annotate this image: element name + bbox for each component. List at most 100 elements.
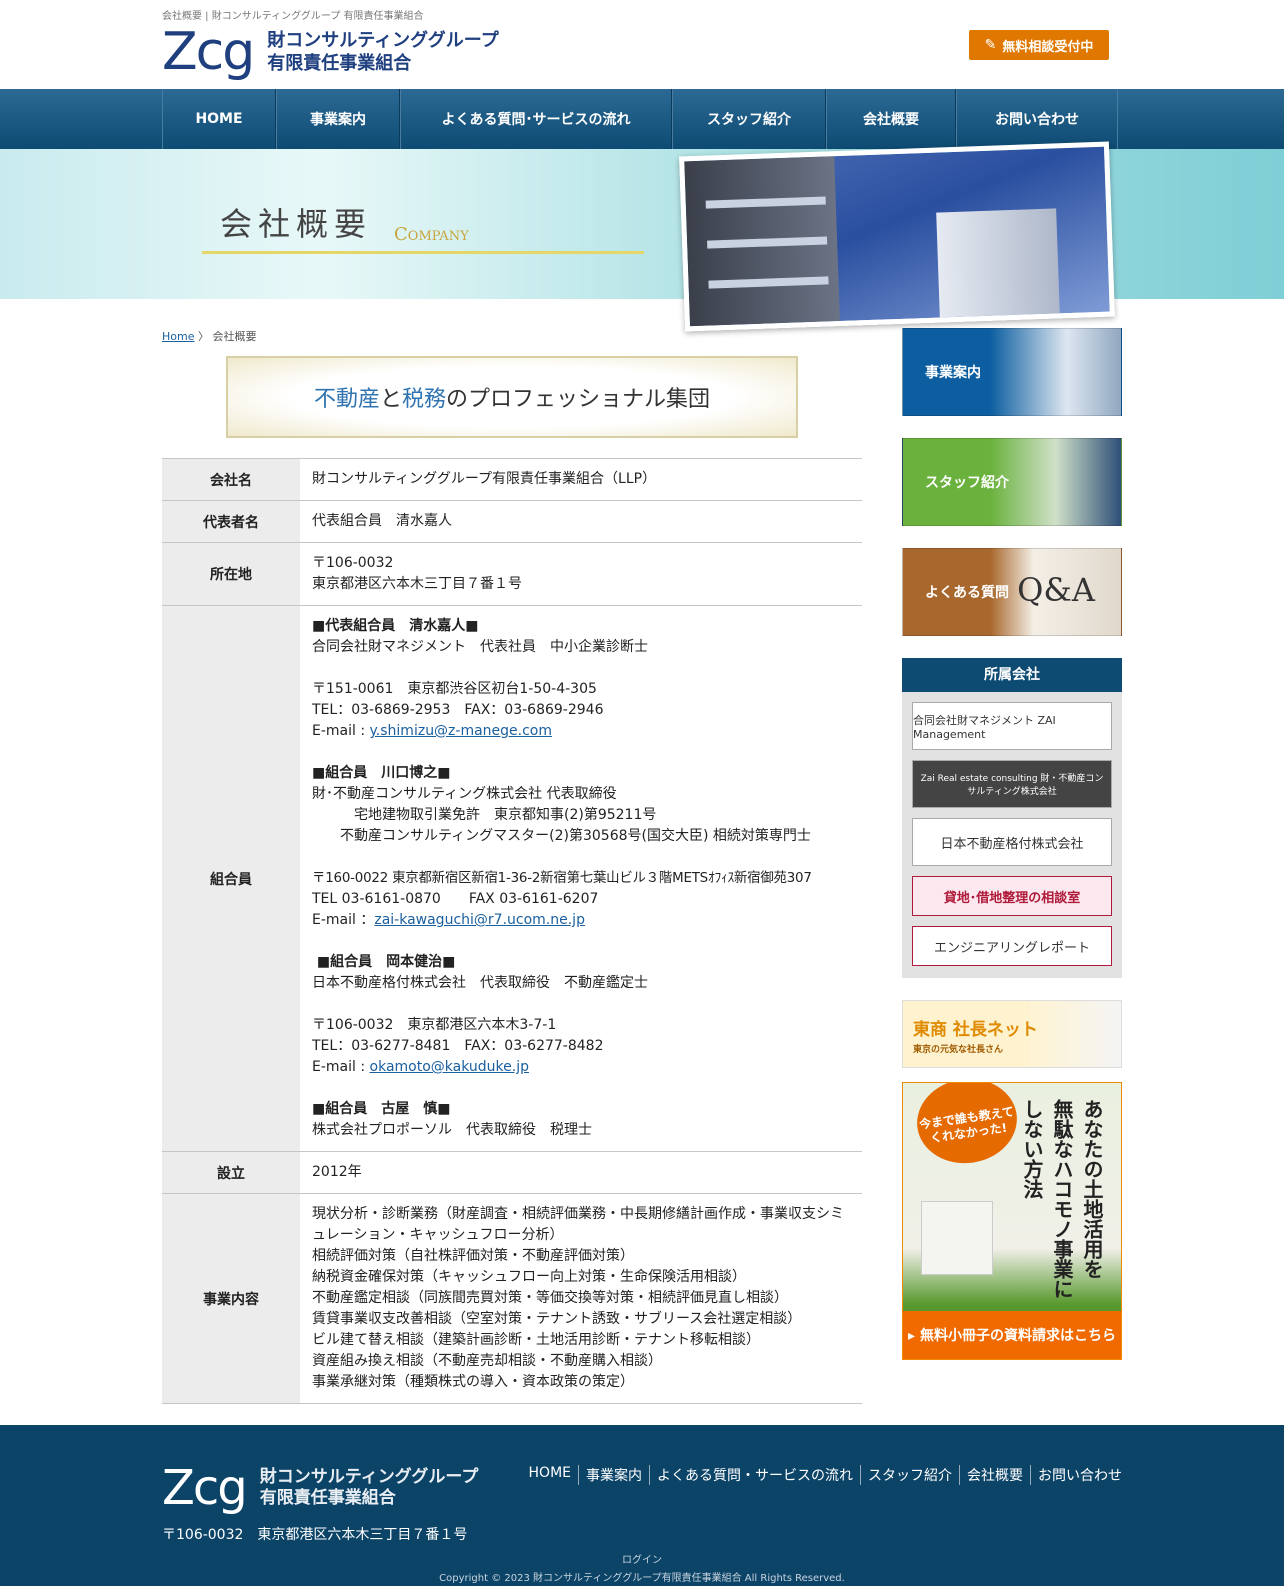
footer-copyright: Copyright © 2023 財コンサルティンググループ有限責任事業組合 A… <box>439 1573 845 1584</box>
footer-nav-business[interactable]: 事業案内 <box>578 1465 649 1485</box>
affiliates-box: 所属会社 合同会社財マネジメント ZAI Management Zai Real… <box>902 658 1122 978</box>
footer-nav-contact[interactable]: お問い合わせ <box>1030 1465 1122 1485</box>
member4-line: 株式会社プロポーソル 代表取締役 税理士 <box>312 1122 592 1138</box>
site-logo[interactable]: Zcg 財コンサルティンググループ 有限責任事業組合 <box>162 24 499 80</box>
members-label: 組合員 <box>162 605 300 1152</box>
nav-company[interactable]: 会社概要 <box>826 89 956 149</box>
footer-nav-home[interactable]: HOME <box>522 1465 578 1485</box>
booklet-bubble: 今まで誰も教えてくれなかった! <box>911 1083 1023 1170</box>
company-info-table: 会社名 財コンサルティンググループ有限責任事業組合（LLP） 代表者名 代表組合… <box>162 458 862 1404</box>
table-row: 代表者名 代表組合員 清水嘉人 <box>162 500 862 543</box>
free-consultation-button[interactable]: ✎ 無料相談受付中 <box>969 30 1109 60</box>
email-prefix: E-mail : <box>312 723 370 739</box>
free-consultation-label: 無料相談受付中 <box>1002 39 1094 55</box>
table-row: 事業内容 現状分析・診断業務（財産調査・相続評価業務・中長期修繕計画作成・事業収… <box>162 1193 862 1404</box>
logo-line2: 有限責任事業組合 <box>267 53 412 74</box>
header-tagline: 会社概要 | 財コンサルティンググループ 有限責任事業組合 <box>162 11 424 22</box>
nav-contact[interactable]: お問い合わせ <box>956 89 1118 149</box>
sidebar-staff-label: スタッフ紹介 <box>925 475 1009 491</box>
footer-nav: HOME 事業案内 よくある質問・サービスの流れ スタッフ紹介 会社概要 お問い… <box>522 1465 1122 1485</box>
sidebar-business-button[interactable]: 事業案内 <box>902 328 1122 416</box>
nav-business[interactable]: 事業案内 <box>276 89 400 149</box>
catch-part1: 不動産 <box>313 387 380 412</box>
main-content: Home 〉 会社概要 不動産と税務 のプロフェッショナル集団 会社名 財コンサル… <box>162 328 862 1404</box>
business-line: ビル建て替え相談（建築計画診断・土地活用診断・テナント移転相談） <box>312 1332 760 1348</box>
banner-underline <box>202 251 644 254</box>
members-value: ■代表組合員 清水嘉人■ 合同会社財マネジメント 代表社員 中小企業診断士 〒1… <box>300 605 862 1152</box>
company-name-label: 会社名 <box>162 458 300 501</box>
affiliates-title: 所属会社 <box>902 658 1122 692</box>
tosho-shacho-net-banner[interactable]: 東商 社長ネット 東京の元気な社長さん <box>902 1000 1122 1068</box>
site-footer: Zcg 財コンサルティンググループ 有限責任事業組合 〒106-0032 東京都… <box>0 1425 1284 1586</box>
representative-value: 代表組合員 清水嘉人 <box>300 500 862 543</box>
business-label: 事業内容 <box>162 1193 300 1404</box>
address-postal: 〒106-0032 <box>312 555 394 571</box>
member1-email: E-mail : y.shimizu@z-manege.com <box>312 721 850 742</box>
affiliate-nihon-kakuduke[interactable]: 日本不動産格付株式会社 <box>912 818 1112 866</box>
member1-title: ■代表組合員 清水嘉人■ <box>312 618 479 634</box>
business-line: 相続評価対策（自社株評価対策・不動産評価対策） <box>312 1248 634 1264</box>
sidebar: 事業案内 スタッフ紹介 よくある質問 Q&A 所属会社 合同会社財マネジメント … <box>902 328 1122 1404</box>
member4-title: ■組合員 古屋 慎■ <box>312 1101 451 1117</box>
footer-logo-line2: 有限責任事業組合 <box>259 1488 396 1508</box>
breadcrumb: Home 〉 会社概要 <box>162 328 862 344</box>
sidebar-business-label: 事業案内 <box>925 365 981 381</box>
member2-line: 〒160-0022 東京都新宿区新宿1-36-2新宿第七葉山ビル３階METSｵﾌ… <box>312 871 812 886</box>
banner-title-jp: 会社概要 <box>220 205 373 243</box>
footer-nav-staff[interactable]: スタッフ紹介 <box>860 1465 959 1485</box>
sidebar-staff-button[interactable]: スタッフ紹介 <box>902 438 1122 526</box>
free-booklet-banner[interactable]: 今まで誰も教えてくれなかった! あなたの土地活用を 無駄なハコモノ事業に しない… <box>902 1082 1122 1360</box>
nav-home[interactable]: HOME <box>162 89 276 149</box>
footer-nav-company[interactable]: 会社概要 <box>959 1465 1030 1485</box>
tosho-title: 東商 社長ネット <box>913 1020 1038 1040</box>
logo-mark: Zcg <box>162 22 255 82</box>
affiliate-engineering-report[interactable]: エンジニアリングレポート <box>912 926 1112 966</box>
member1-email-link[interactable]: y.shimizu@z-manege.com <box>370 723 553 739</box>
catch-part2: と <box>379 387 402 412</box>
member2-title: ■組合員 川口博之■ <box>312 765 451 781</box>
footer-logo-text: 財コンサルティンググループ 有限責任事業組合 <box>260 1467 479 1509</box>
footer-logo[interactable]: Zcg 財コンサルティンググループ 有限責任事業組合 <box>162 1463 478 1513</box>
table-row: 会社名 財コンサルティンググループ有限責任事業組合（LLP） <box>162 458 862 501</box>
sidebar-faq-button[interactable]: よくある質問 Q&A <box>902 548 1122 636</box>
footer-nav-faq[interactable]: よくある質問・サービスの流れ <box>649 1465 860 1485</box>
email-prefix: E-mail : <box>312 1059 370 1075</box>
member3-line: TEL：03-6277-8481 FAX：03-6277-8482 <box>312 1038 604 1054</box>
business-line: 現状分析・診断業務（財産調査・相続評価業務・中長期修繕計画作成・事業収支シミュレ… <box>312 1206 844 1243</box>
member3-email-link[interactable]: okamoto@kakuduke.jp <box>370 1059 529 1075</box>
member1-line: 合同会社財マネジメント 代表社員 中小企業診断士 <box>312 639 648 655</box>
footer-address: 〒106-0032 東京都港区六本木三丁目７番１号 <box>162 1527 468 1543</box>
member2-email-link[interactable]: zai-kawaguchi@r7.ucom.ne.jp <box>374 912 585 928</box>
member2-line: TEL 03-6161-0870 FAX 03-6161-6207 <box>312 891 599 907</box>
affiliate-shakuchi-soudan[interactable]: 貸地･借地整理の相談室 <box>912 876 1112 916</box>
global-nav: HOME 事業案内 よくある質問･サービスの流れ スタッフ紹介 会社概要 お問い… <box>0 89 1284 149</box>
nav-staff[interactable]: スタッフ紹介 <box>672 89 826 149</box>
table-row: 組合員 ■代表組合員 清水嘉人■ 合同会社財マネジメント 代表社員 中小企業診断… <box>162 605 862 1152</box>
business-value: 現状分析・診断業務（財産調査・相続評価業務・中長期修繕計画作成・事業収支シミュレ… <box>300 1193 862 1404</box>
affiliate-zai-real-estate[interactable]: Zai Real estate consulting 財・不動産コンサルティング… <box>912 760 1112 808</box>
table-row: 設立 2012年 <box>162 1151 862 1194</box>
page-banner: 会社概要 Company <box>0 141 1284 332</box>
member3-email: E-mail : okamoto@kakuduke.jp <box>312 1057 850 1078</box>
member2-email: E-mail ：zai-kawaguchi@r7.ucom.ne.jp <box>312 910 850 931</box>
affiliate-zai-management[interactable]: 合同会社財マネジメント ZAI Management <box>912 702 1112 750</box>
logo-line1: 財コンサルティンググループ <box>267 30 499 51</box>
established-label: 設立 <box>162 1151 300 1194</box>
breadcrumb-current: 会社概要 <box>212 330 257 343</box>
address-label: 所在地 <box>162 542 300 606</box>
footer-login-link[interactable]: ログイン <box>0 1551 1284 1566</box>
banner-title-en: Company <box>394 224 469 245</box>
catchphrase-banner: 不動産と税務 のプロフェッショナル集団 <box>226 356 798 438</box>
representative-label: 代表者名 <box>162 500 300 543</box>
catch-part3: 税務 <box>402 387 447 412</box>
address-value: 〒106-0032 東京都港区六本木三丁目７番１号 <box>300 542 862 606</box>
business-line: 資産組み換え相談（不動産売却相談・不動産購入相談） <box>312 1353 662 1369</box>
business-line: 納税資金確保対策（キャッシュフロー向上対策・生命保険活用相談） <box>312 1269 746 1285</box>
member3-line: 日本不動産格付株式会社 代表取締役 不動産鑑定士 <box>312 975 648 991</box>
nav-faq[interactable]: よくある質問･サービスの流れ <box>400 89 672 149</box>
breadcrumb-home[interactable]: Home <box>162 330 194 343</box>
business-line: 事業承継対策（種類株式の導入・資本政策の策定） <box>312 1374 634 1390</box>
established-value: 2012年 <box>300 1151 862 1194</box>
banner-title: 会社概要 Company <box>220 199 469 245</box>
member3-title: ■組合員 岡本健治■ <box>312 954 456 970</box>
